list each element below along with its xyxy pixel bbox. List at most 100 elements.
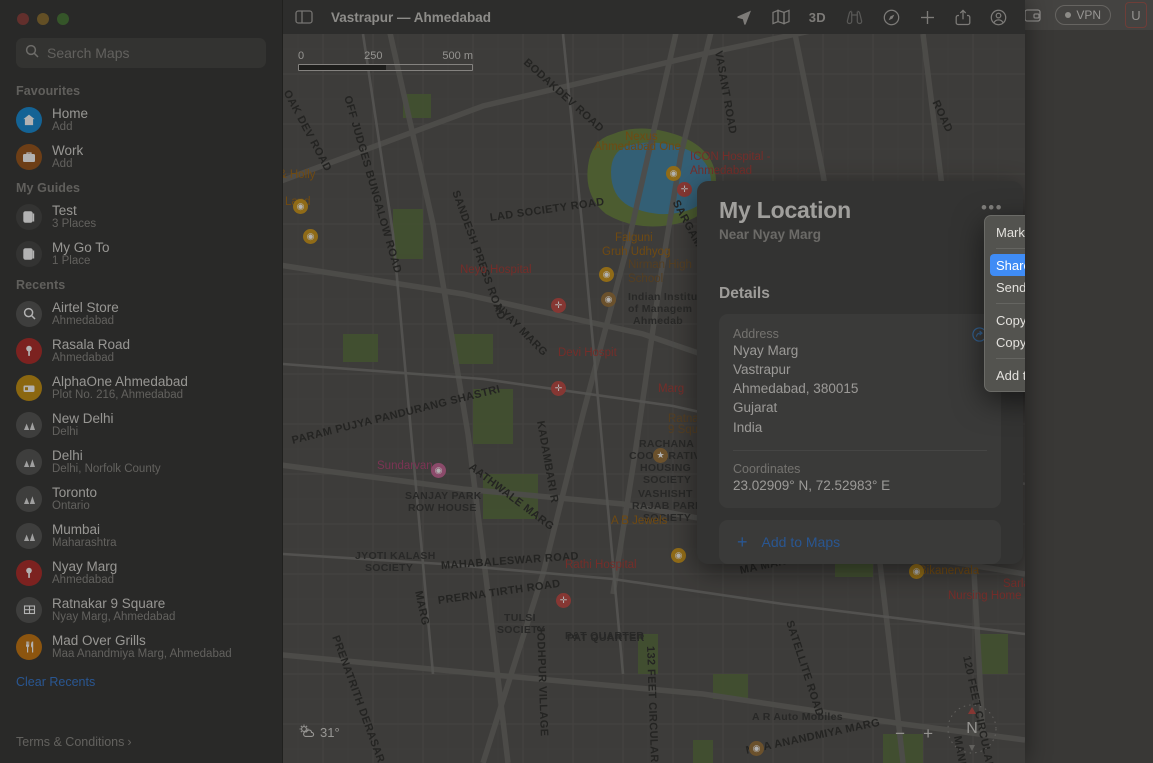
- map-compass[interactable]: N: [944, 701, 1000, 757]
- binoculars-icon[interactable]: [845, 9, 864, 25]
- menu-item-send-to-device[interactable]: Send to Device❯: [985, 276, 1025, 298]
- poi-marker-ratnakar[interactable]: ★: [653, 448, 668, 463]
- sidebar-item-alphaone-ahmedabad[interactable]: AlphaOne Ahmedabad Plot No. 216, Ahmedaba…: [0, 369, 282, 406]
- poi-marker-nexus[interactable]: ◉: [666, 166, 681, 181]
- chevron-right-icon: ›: [127, 735, 132, 749]
- city-icon: [16, 411, 42, 438]
- menu-item-label: Mark Location: [996, 224, 1025, 240]
- maximize-button[interactable]: [57, 13, 69, 25]
- poi-marker-nirman-school[interactable]: ◉: [601, 292, 616, 307]
- weather-temperature: 31°: [320, 725, 340, 740]
- plus-icon: +: [737, 531, 748, 552]
- terms-and-conditions-link[interactable]: Terms & Conditions ›: [0, 735, 282, 763]
- sidebar-item-home[interactable]: Home Add: [0, 101, 282, 138]
- pin-icon: [16, 337, 42, 364]
- sidebar-item-label: Rasala Road: [52, 336, 131, 352]
- zoom-out-button[interactable]: −: [895, 724, 905, 744]
- sidebar-item-label: Mad Over Grills: [52, 632, 146, 648]
- window-toolbar: Vastrapur — Ahmedabad 3D: [283, 0, 1025, 34]
- menu-item-copy-coordinates[interactable]: Copy Coordinates: [985, 331, 1025, 353]
- sidebar-item-subtitle: Ahmedabad: [52, 314, 115, 327]
- poi-marker-icon-hospital[interactable]: ✛: [677, 182, 692, 197]
- sidebar-item-label: Mumbai: [52, 521, 101, 537]
- sidebar-item-mumbai[interactable]: Mumbai Maharashtra: [0, 517, 282, 554]
- city-icon: [16, 448, 42, 475]
- zoom-in-button[interactable]: +: [923, 724, 933, 744]
- 3d-view-button[interactable]: 3D: [809, 10, 826, 25]
- poi-marker-rathi-hospital[interactable]: ✛: [556, 593, 571, 608]
- poi-marker-holly[interactable]: ◉: [293, 199, 308, 214]
- guide-icon: [16, 203, 42, 230]
- sidebar-item-nyay-marg[interactable]: Nyay Marg Ahmedabad: [0, 554, 282, 591]
- sidebar-item-subtitle: Maa Anandmiya Marg, Ahmedabad: [52, 647, 232, 660]
- scale-mid: 250: [364, 50, 383, 62]
- menu-item-mark-location[interactable]: Mark Location: [985, 221, 1025, 243]
- sun-cloud-icon: [299, 724, 315, 741]
- sidebar-item-label: My Go To: [52, 239, 110, 255]
- sidebar-item-label: Ratnakar 9 Square: [52, 595, 166, 611]
- sidebar-item-work[interactable]: Work Add: [0, 138, 282, 175]
- poi-marker-auto-mobiles[interactable]: ◉: [749, 741, 764, 756]
- plus-icon[interactable]: [919, 9, 936, 26]
- poi-marker-neyo-hospital[interactable]: ✛: [551, 298, 566, 313]
- home-icon: [16, 106, 42, 133]
- search-input[interactable]: [47, 45, 257, 61]
- city-icon: [16, 522, 42, 549]
- sidebar-toggle-icon[interactable]: [295, 10, 313, 24]
- compass-circle-icon[interactable]: [883, 9, 900, 26]
- sidebar-item-test[interactable]: Test 3 Places: [0, 198, 282, 235]
- menu-item-add-to-maps[interactable]: Add to Maps: [985, 364, 1025, 386]
- sidebar-item-label: Test: [52, 202, 77, 218]
- menu-item-copy-link[interactable]: Copy Link: [985, 309, 1025, 331]
- poi-marker-bikanervala[interactable]: ◉: [909, 564, 924, 579]
- sidebar-item-subtitle: Ontario: [52, 499, 90, 512]
- sidebar-item-new-delhi[interactable]: New Delhi Delhi: [0, 406, 282, 443]
- map-icon[interactable]: [772, 9, 790, 25]
- poi-marker-land[interactable]: ◉: [303, 229, 318, 244]
- coordinates-label: Coordinates: [733, 461, 801, 476]
- poi-marker-devi-hospital[interactable]: ✛: [551, 381, 566, 396]
- share-icon[interactable]: [955, 9, 971, 26]
- person-circle-icon[interactable]: [990, 9, 1007, 26]
- menu-item-label: Add to Maps: [996, 367, 1025, 383]
- menubar-extra-button[interactable]: U: [1125, 2, 1147, 28]
- sidebar-item-toronto[interactable]: Toronto Ontario: [0, 480, 282, 517]
- wallet-icon[interactable]: [1024, 8, 1041, 22]
- poi-marker-sundarvan[interactable]: ◉: [431, 463, 446, 478]
- add-to-maps-button[interactable]: + Add to Maps: [719, 519, 1001, 564]
- sidebar-item-label: New Delhi: [52, 410, 114, 426]
- close-button[interactable]: [17, 13, 29, 25]
- menu-item-label: Copy Link: [996, 312, 1025, 328]
- menu-item-label: Share: [996, 257, 1025, 273]
- location-arrow-icon[interactable]: [736, 9, 753, 26]
- address-value: Nyay Marg Vastrapur Ahmedabad, 380015 Gujar…: [733, 341, 987, 437]
- sidebar-item-delhi[interactable]: Delhi Delhi, Norfolk County: [0, 443, 282, 480]
- coordinates-value: 23.02909° N, 72.52983° E: [733, 477, 891, 493]
- guide-icon: [16, 240, 42, 267]
- sidebar-item-rasala-road[interactable]: Rasala Road Ahmedabad: [0, 332, 282, 369]
- sidebar-item-mad-over-grills[interactable]: Mad Over Grills Maa Anandmiya Marg, Ahmed…: [0, 628, 282, 665]
- weather-indicator[interactable]: 31°: [299, 724, 340, 741]
- sidebar-item-label: Work: [52, 142, 84, 158]
- sidebar-item-subtitle: Maharashtra: [52, 536, 117, 549]
- minimize-button[interactable]: [37, 13, 49, 25]
- clear-recents-button[interactable]: Clear Recents: [0, 668, 282, 689]
- poi-marker-falguni[interactable]: ◉: [599, 267, 614, 282]
- sidebar-item-ratnakar-9-square[interactable]: Ratnakar 9 Square Nyay Marg, Ahmedabad: [0, 591, 282, 628]
- sidebar-section-header: Recents: [16, 278, 66, 292]
- address-line: India: [733, 419, 763, 435]
- sidebar-item-my-go-to[interactable]: My Go To 1 Place: [0, 235, 282, 272]
- search-field[interactable]: [16, 38, 266, 68]
- context-menu[interactable]: Mark Location Share Send to Device❯ Copy Li…: [984, 215, 1025, 392]
- place-detail-card: My Location Near Nyay Marg ••• Details A…: [697, 181, 1023, 564]
- add-to-maps-label: Add to Maps: [761, 533, 841, 550]
- scale-start: 0: [298, 50, 305, 62]
- vpn-indicator[interactable]: VPN: [1055, 5, 1111, 25]
- sidebar-list[interactable]: Favourites Home Add Work Add My Guides Test 3 P…: [0, 68, 282, 668]
- menu-item-share[interactable]: Share: [990, 254, 1025, 276]
- poi-marker-ab-jewels[interactable]: ◉: [671, 548, 686, 563]
- sidebar-item-airtel-store[interactable]: Airtel Store Ahmedabad: [0, 295, 282, 332]
- scale-end: 500 m: [442, 50, 473, 62]
- place-subtitle: Near Nyay Marg: [719, 227, 822, 242]
- shopping-icon: [16, 374, 42, 401]
